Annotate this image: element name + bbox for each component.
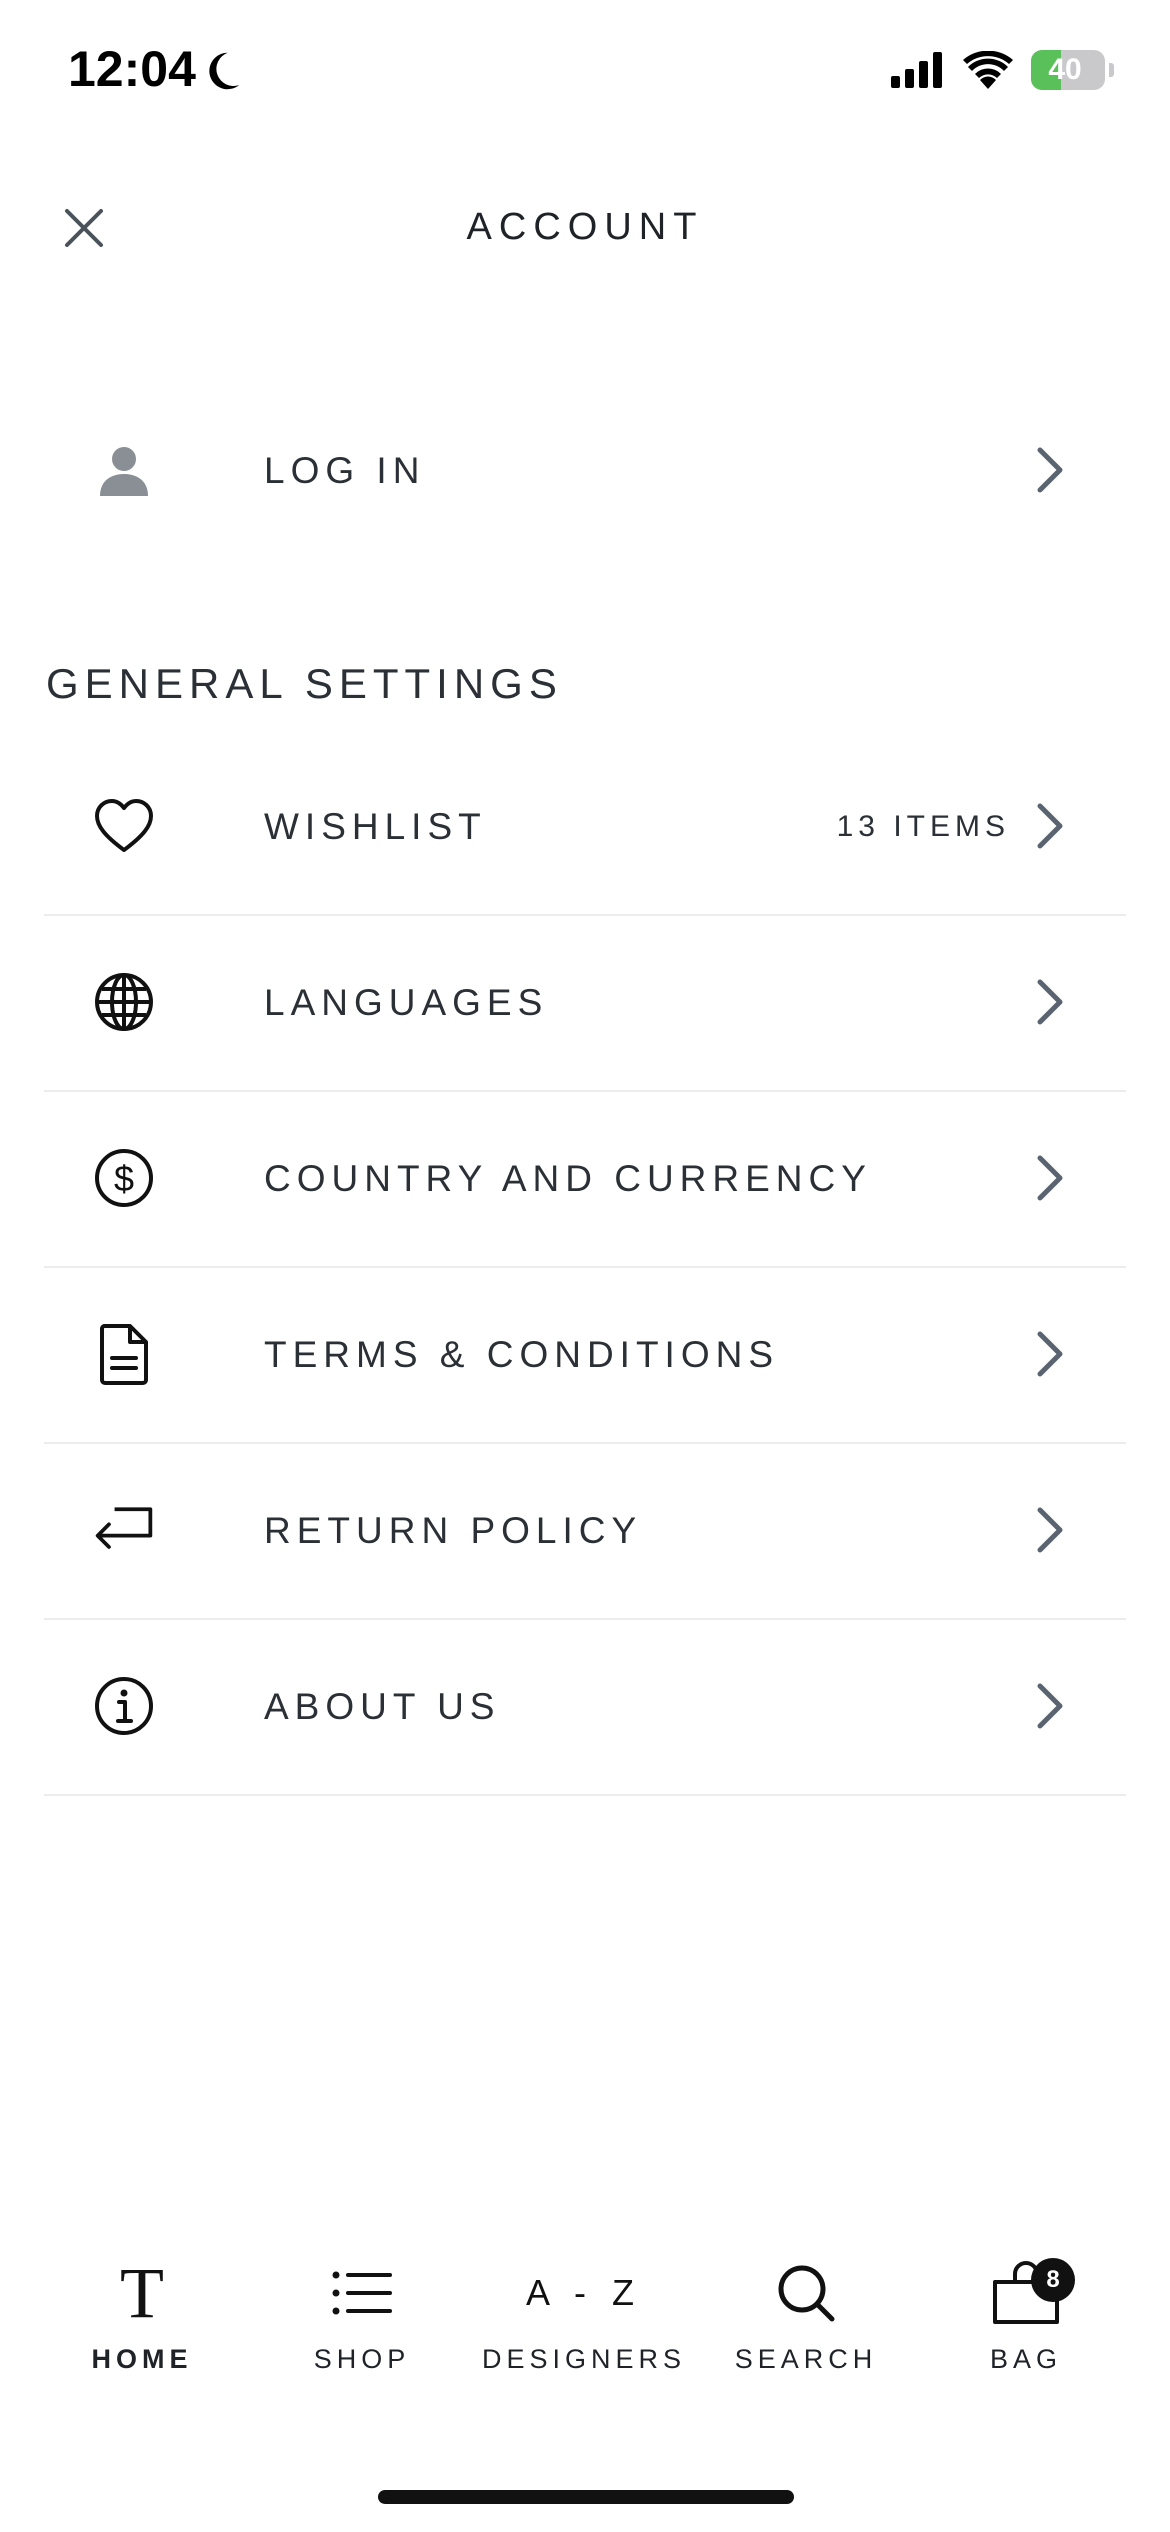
wishlist-count: 13 ITEMS <box>836 810 1010 843</box>
home-logo-glyph: T <box>120 2253 164 2333</box>
settings-item-label: ABOUT US <box>264 1686 501 1727</box>
settings-item-label: LANGUAGES <box>264 982 549 1023</box>
chevron-right-icon <box>1037 979 1063 1025</box>
chevron-right-icon <box>1037 803 1063 849</box>
svg-text:$: $ <box>114 1158 134 1199</box>
settings-item-label: COUNTRY AND CURRENCY <box>264 1158 872 1199</box>
dollar-circle-icon: $ <box>92 1146 156 1210</box>
divider <box>44 914 1126 916</box>
document-icon <box>92 1322 156 1386</box>
tab-label: SEARCH <box>734 2344 878 2374</box>
settings-item-about-us[interactable]: ABOUT US <box>44 1634 1126 1780</box>
settings-item-label: TERMS & CONDITIONS <box>264 1334 780 1375</box>
tab-shop[interactable]: SHOP <box>262 2250 462 2375</box>
settings-item-languages[interactable]: LANGUAGES <box>44 930 1126 1076</box>
return-arrow-icon <box>92 1498 156 1562</box>
bag-icon: 8 <box>991 2250 1075 2336</box>
chevron-right-icon <box>1037 1331 1063 1377</box>
settings-item-label: RETURN POLICY <box>264 1510 643 1551</box>
cellular-signal-icon <box>891 52 942 88</box>
status-indicators: 40 <box>891 50 1114 90</box>
heart-icon <box>92 794 156 858</box>
search-icon <box>776 2250 836 2336</box>
az-glyph: A - Z <box>525 2272 642 2313</box>
settings-item-wishlist[interactable]: WISHLIST 13 ITEMS <box>44 754 1126 900</box>
divider <box>44 1442 1126 1444</box>
settings-item-label: WISHLIST <box>264 806 487 847</box>
battery-level-text: 40 <box>1048 53 1082 86</box>
settings-item-terms[interactable]: TERMS & CONDITIONS <box>44 1282 1126 1428</box>
login-label: LOG IN <box>264 450 426 491</box>
chevron-right-icon <box>1037 1507 1063 1553</box>
globe-icon <box>92 970 156 1034</box>
settings-item-country-currency[interactable]: $ COUNTRY AND CURRENCY <box>44 1106 1126 1252</box>
bag-count-badge: 8 <box>1031 2258 1075 2302</box>
tab-bag[interactable]: 8 BAG <box>926 2250 1126 2375</box>
chevron-right-icon <box>1037 1683 1063 1729</box>
moon-icon <box>209 52 240 90</box>
divider <box>44 1090 1126 1092</box>
list-icon <box>332 2250 392 2336</box>
page-title: ACCOUNT <box>466 206 704 248</box>
login-row[interactable]: LOG IN <box>44 420 1126 520</box>
tab-label: BAG <box>989 2344 1063 2374</box>
home-indicator <box>378 2490 794 2504</box>
settings-item-return-policy[interactable]: RETURN POLICY <box>44 1458 1126 1604</box>
home-logo-icon: T <box>120 2250 164 2336</box>
wifi-icon <box>963 51 1013 89</box>
section-title-general-settings: GENERAL SETTINGS <box>46 660 563 707</box>
divider <box>44 1266 1126 1268</box>
divider <box>44 1794 1126 1796</box>
tab-home[interactable]: T HOME <box>42 2250 242 2375</box>
person-icon <box>92 438 156 502</box>
battery-nub <box>1109 63 1114 77</box>
status-time: 12:04 <box>68 41 196 97</box>
tab-label: SHOP <box>313 2344 411 2374</box>
divider <box>44 1618 1126 1620</box>
tab-designers[interactable]: A - Z DESIGNERS <box>481 2250 687 2375</box>
az-icon: A - Z <box>526 2250 642 2336</box>
tab-label: HOME <box>91 2344 193 2374</box>
battery-icon: 40 <box>1031 50 1105 90</box>
info-icon <box>92 1674 156 1738</box>
tab-search[interactable]: SEARCH <box>706 2250 906 2375</box>
tab-label: DESIGNERS <box>481 2344 687 2374</box>
chevron-right-icon <box>1037 1155 1063 1201</box>
chevron-right-icon <box>1037 447 1063 493</box>
